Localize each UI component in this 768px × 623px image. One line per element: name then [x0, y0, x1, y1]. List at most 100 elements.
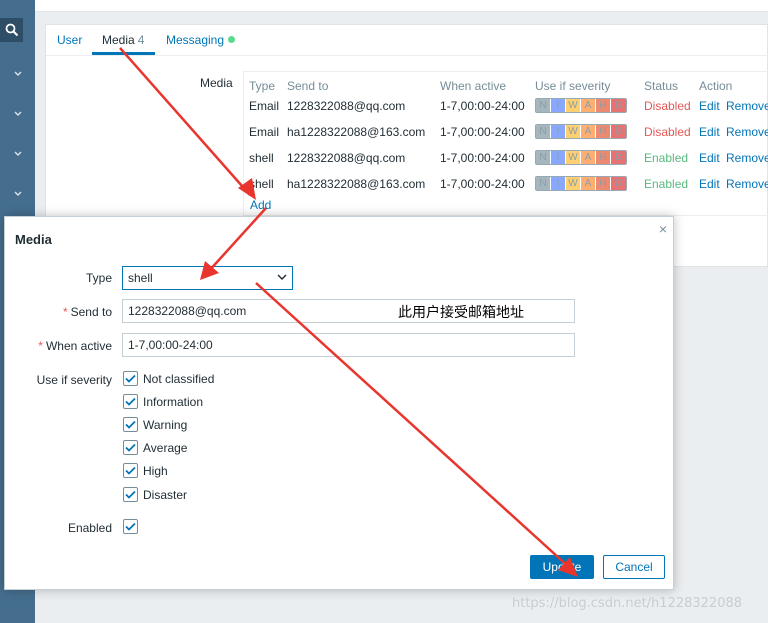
tab-media-label: Media: [102, 33, 135, 47]
edit-link[interactable]: Edit: [699, 177, 720, 191]
row-send-to: 1228322088@qq.com: [287, 99, 406, 113]
severity-option-label: Warning: [143, 417, 188, 432]
send-to-input-value: 1228322088@qq.com: [128, 304, 247, 318]
media-table: Type Send to When active Use if severity…: [243, 71, 768, 216]
status-link[interactable]: Enabled: [644, 151, 688, 165]
enabled-checkbox-row[interactable]: [123, 519, 143, 534]
close-icon[interactable]: ×: [659, 221, 667, 237]
severity-cell: A: [581, 151, 596, 164]
remove-link[interactable]: Remove: [726, 151, 768, 165]
severity-cell: N: [536, 99, 551, 112]
remove-link[interactable]: Remove: [726, 177, 768, 191]
row-when-active: 1-7,00:00-24:00: [440, 177, 525, 191]
severity-checkbox-row[interactable]: Warning: [123, 417, 187, 432]
chevron-down-icon[interactable]: [12, 188, 24, 200]
send-to-label: * Send to: [63, 305, 112, 319]
when-active-label: * When active: [38, 339, 112, 353]
edit-link[interactable]: Edit: [699, 151, 720, 165]
severity-option-label: Information: [143, 394, 204, 409]
column-header-severity: Use if severity: [535, 79, 611, 93]
remove-link[interactable]: Remove: [726, 125, 768, 139]
tab-messaging[interactable]: Messaging: [166, 33, 236, 47]
edit-link[interactable]: Edit: [699, 99, 720, 113]
column-header-send-to: Send to: [287, 79, 329, 93]
severity-cell: W: [566, 177, 581, 190]
active-tab-indicator: [92, 52, 155, 55]
update-button[interactable]: Update: [530, 555, 594, 579]
status-link[interactable]: Disabled: [644, 99, 691, 113]
severity-cell: D: [611, 151, 626, 164]
status-link[interactable]: Enabled: [644, 177, 688, 191]
column-header-status: Status: [644, 79, 679, 93]
enabled-label: Enabled: [67, 521, 112, 535]
edit-link[interactable]: Edit: [699, 125, 720, 139]
checkbox[interactable]: [123, 463, 138, 478]
add-media-link[interactable]: Add: [250, 198, 271, 212]
checkmark-icon: [125, 397, 136, 406]
checkbox[interactable]: [123, 371, 138, 386]
tab-user[interactable]: User: [57, 33, 82, 47]
severity-cell: D: [611, 177, 626, 190]
remove-link[interactable]: Remove: [726, 99, 768, 113]
severity-indicator: NIWAHD: [535, 98, 627, 113]
severity-cell: A: [581, 125, 596, 138]
enabled-checkbox[interactable]: [123, 519, 138, 534]
type-select-value: shell: [128, 271, 153, 285]
severity-cell: N: [536, 177, 551, 190]
row-send-to: ha1228322088@163.com: [287, 125, 426, 139]
chevron-down-icon[interactable]: [12, 68, 24, 80]
status-link[interactable]: Disabled: [644, 125, 691, 139]
tab-media-count: 4: [137, 33, 145, 47]
search-button[interactable]: [0, 18, 23, 42]
checkmark-icon: [125, 490, 136, 499]
severity-indicator: NIWAHD: [535, 150, 627, 165]
severity-option-label: Average: [143, 440, 188, 455]
severity-cell: D: [611, 99, 626, 112]
row-type: shell: [249, 177, 274, 191]
row-when-active: 1-7,00:00-24:00: [440, 151, 525, 165]
severity-option-label: High: [143, 463, 168, 478]
type-label: Type: [85, 271, 112, 285]
dialog-title: Media: [15, 232, 52, 247]
checkbox[interactable]: [123, 440, 138, 455]
when-active-label-text: When active: [45, 339, 112, 353]
when-active-input[interactable]: 1-7,00:00-24:00: [122, 333, 575, 357]
severity-option-label: Not classified: [143, 371, 215, 386]
chevron-down-icon: [277, 274, 287, 280]
checkbox[interactable]: [123, 487, 138, 502]
tab-bar: User Media 4 Messaging: [46, 25, 768, 56]
column-header-action: Action: [699, 79, 733, 93]
checkbox[interactable]: [123, 394, 138, 409]
severity-cell: H: [596, 177, 611, 190]
chevron-down-icon[interactable]: [12, 108, 24, 120]
severity-cell: N: [536, 151, 551, 164]
type-select[interactable]: shell: [122, 266, 293, 290]
chevron-down-icon[interactable]: [12, 148, 24, 160]
checkmark-icon: [125, 420, 136, 429]
column-header-when-active: When active: [440, 79, 507, 93]
severity-option-label: Disaster: [143, 487, 188, 502]
row-type: shell: [249, 151, 274, 165]
severity-checkbox-row[interactable]: Disaster: [123, 487, 187, 502]
tab-media[interactable]: Media 4: [102, 33, 144, 47]
row-when-active: 1-7,00:00-24:00: [440, 125, 525, 139]
status-dot-icon: [228, 36, 236, 43]
severity-checkbox-row[interactable]: Average: [123, 440, 187, 455]
row-send-to: ha1228322088@163.com: [287, 177, 426, 191]
severity-indicator: NIWAHD: [535, 176, 627, 191]
checkbox[interactable]: [123, 417, 138, 432]
severity-cell: I: [551, 99, 566, 112]
watermark: https://blog.csdn.net/h1228322088: [512, 596, 743, 611]
checkmark-icon: [125, 443, 136, 452]
severity-checkbox-row[interactable]: High: [123, 463, 168, 478]
severity-cell: I: [551, 177, 566, 190]
search-icon: [5, 23, 18, 37]
severity-cell: W: [566, 99, 581, 112]
severity-cell: I: [551, 125, 566, 138]
cancel-button[interactable]: Cancel: [603, 555, 665, 579]
severity-cell: W: [566, 151, 581, 164]
severity-checkbox-row[interactable]: Information: [123, 394, 203, 409]
column-header-type: Type: [249, 79, 276, 93]
severity-indicator: NIWAHD: [535, 124, 627, 139]
severity-checkbox-row[interactable]: Not classified: [123, 371, 214, 386]
